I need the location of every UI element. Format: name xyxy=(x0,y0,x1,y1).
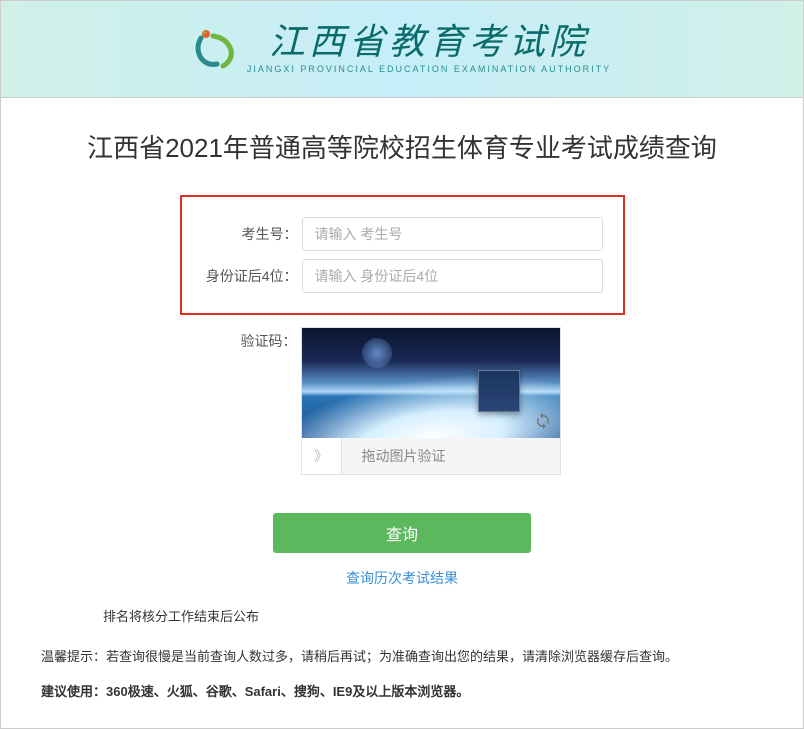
captcha-widget: 》 拖动图片验证 xyxy=(301,327,561,475)
org-name-english: JIANGXI PROVINCIAL EDUCATION EXAMINATION… xyxy=(247,64,611,74)
captcha-slider: 》 拖动图片验证 xyxy=(302,438,560,474)
candidate-row: 考生号： xyxy=(202,217,603,251)
submit-area: 查询 查询历次考试结果 xyxy=(41,513,763,588)
tips-line1: 温馨提示：若查询很慢是当前查询人数过多，请稍后再试；为准确查询出您的结果，请清除… xyxy=(41,647,763,668)
slider-handle[interactable]: 》 xyxy=(302,438,342,474)
puzzle-piece xyxy=(478,370,520,412)
captcha-image xyxy=(302,328,560,438)
slider-hint: 拖动图片验证 xyxy=(342,446,560,466)
history-link[interactable]: 查询历次考试结果 xyxy=(41,568,763,588)
captcha-row: 验证码： 》 拖动图片验证 xyxy=(180,327,625,475)
captcha-label: 验证码： xyxy=(180,327,301,351)
idcard-row: 身份证后4位： xyxy=(202,259,603,293)
candidate-label: 考生号： xyxy=(202,224,302,244)
idcard-label: 身份证后4位： xyxy=(202,266,302,286)
logo-icon xyxy=(193,28,235,70)
logo-text: 江西省教育考试院 JIANGXI PROVINCIAL EDUCATION EX… xyxy=(247,24,611,74)
highlighted-form-box: 考生号： 身份证后4位： xyxy=(180,195,625,315)
submit-button[interactable]: 查询 xyxy=(273,513,531,553)
content-area: 江西省2021年普通高等院校招生体育专业考试成绩查询 考生号： 身份证后4位： … xyxy=(0,98,804,729)
org-name-chinese: 江西省教育考试院 xyxy=(269,24,589,60)
chevron-right-icon: 》 xyxy=(314,446,328,466)
page-title: 江西省2021年普通高等院校招生体育专业考试成绩查询 xyxy=(41,128,763,165)
candidate-input[interactable] xyxy=(302,217,603,251)
tips-line2: 建议使用：360极速、火狐、谷歌、Safari、搜狗、IE9及以上版本浏览器。 xyxy=(41,682,763,703)
logo: 江西省教育考试院 JIANGXI PROVINCIAL EDUCATION EX… xyxy=(193,24,611,74)
ranking-note: 排名将核分工作结束后公布 xyxy=(103,606,763,625)
refresh-icon[interactable] xyxy=(534,412,552,430)
idcard-input[interactable] xyxy=(302,259,603,293)
header-banner: 江西省教育考试院 JIANGXI PROVINCIAL EDUCATION EX… xyxy=(0,0,804,98)
